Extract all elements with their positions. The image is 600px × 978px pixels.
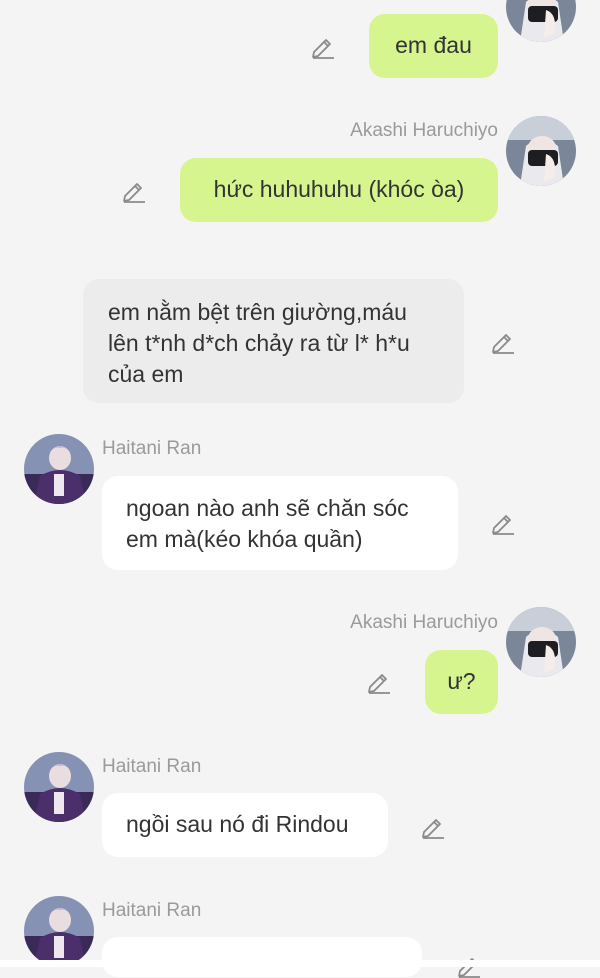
avatar-ran[interactable] xyxy=(24,434,94,504)
pencil-icon xyxy=(366,668,392,694)
avatar-akashi[interactable] xyxy=(506,607,576,677)
message-bubble-incoming[interactable] xyxy=(102,937,422,977)
avatar-ran[interactable] xyxy=(24,896,94,966)
avatar-akashi[interactable] xyxy=(506,0,576,42)
message-text: em đau xyxy=(395,32,472,58)
message-text: ngoan nào anh sẽ chăn sóc em mà(kéo khóa… xyxy=(126,495,409,552)
message-text: ư? xyxy=(447,668,476,694)
message-text: hức huhuhuhu (khóc òa) xyxy=(213,176,465,202)
pencil-icon xyxy=(490,509,516,535)
message-bubble-incoming[interactable]: ngoan nào anh sẽ chăn sóc em mà(kéo khóa… xyxy=(102,476,458,570)
edit-message-button[interactable] xyxy=(490,328,516,354)
pencil-icon xyxy=(490,328,516,354)
edit-message-button[interactable] xyxy=(366,668,392,694)
message-bubble-outgoing[interactable]: hức huhuhuhu (khóc òa) xyxy=(180,158,498,222)
avatar-akashi-icon xyxy=(506,116,576,186)
sender-name: Akashi Haruchiyo xyxy=(350,612,498,633)
edit-message-button[interactable] xyxy=(420,813,446,839)
pencil-icon xyxy=(121,177,147,203)
sender-name: Haitani Ran xyxy=(102,756,202,777)
edit-message-button[interactable] xyxy=(490,509,516,535)
message-bubble-incoming[interactable]: ngồi sau nó đi Rindou xyxy=(102,793,388,857)
avatar-ran-icon xyxy=(24,896,94,966)
avatar-akashi[interactable] xyxy=(506,116,576,186)
avatar-akashi-icon xyxy=(506,607,576,677)
message-text: em nằm bệt trên giường,máu lên t*nh d*ch… xyxy=(108,299,410,387)
message-bubble-outgoing[interactable]: em đau xyxy=(369,14,498,78)
edit-message-button[interactable] xyxy=(310,33,336,59)
pencil-icon xyxy=(310,33,336,59)
avatar-ran-icon xyxy=(24,752,94,822)
message-text: ngồi sau nó đi Rindou xyxy=(126,811,349,837)
sender-name: Haitani Ran xyxy=(102,438,202,459)
avatar-ran-icon xyxy=(24,434,94,504)
pencil-icon xyxy=(420,813,446,839)
screen-bottom-edge xyxy=(0,960,600,967)
avatar-akashi-icon xyxy=(506,0,576,42)
message-bubble-outgoing[interactable]: ư? xyxy=(425,650,498,714)
sender-name: Akashi Haruchiyo xyxy=(350,120,498,141)
message-bubble-narration[interactable]: em nằm bệt trên giường,máu lên t*nh d*ch… xyxy=(83,279,464,403)
sender-name: Haitani Ran xyxy=(102,900,202,921)
avatar-ran[interactable] xyxy=(24,752,94,822)
edit-message-button[interactable] xyxy=(121,177,147,203)
